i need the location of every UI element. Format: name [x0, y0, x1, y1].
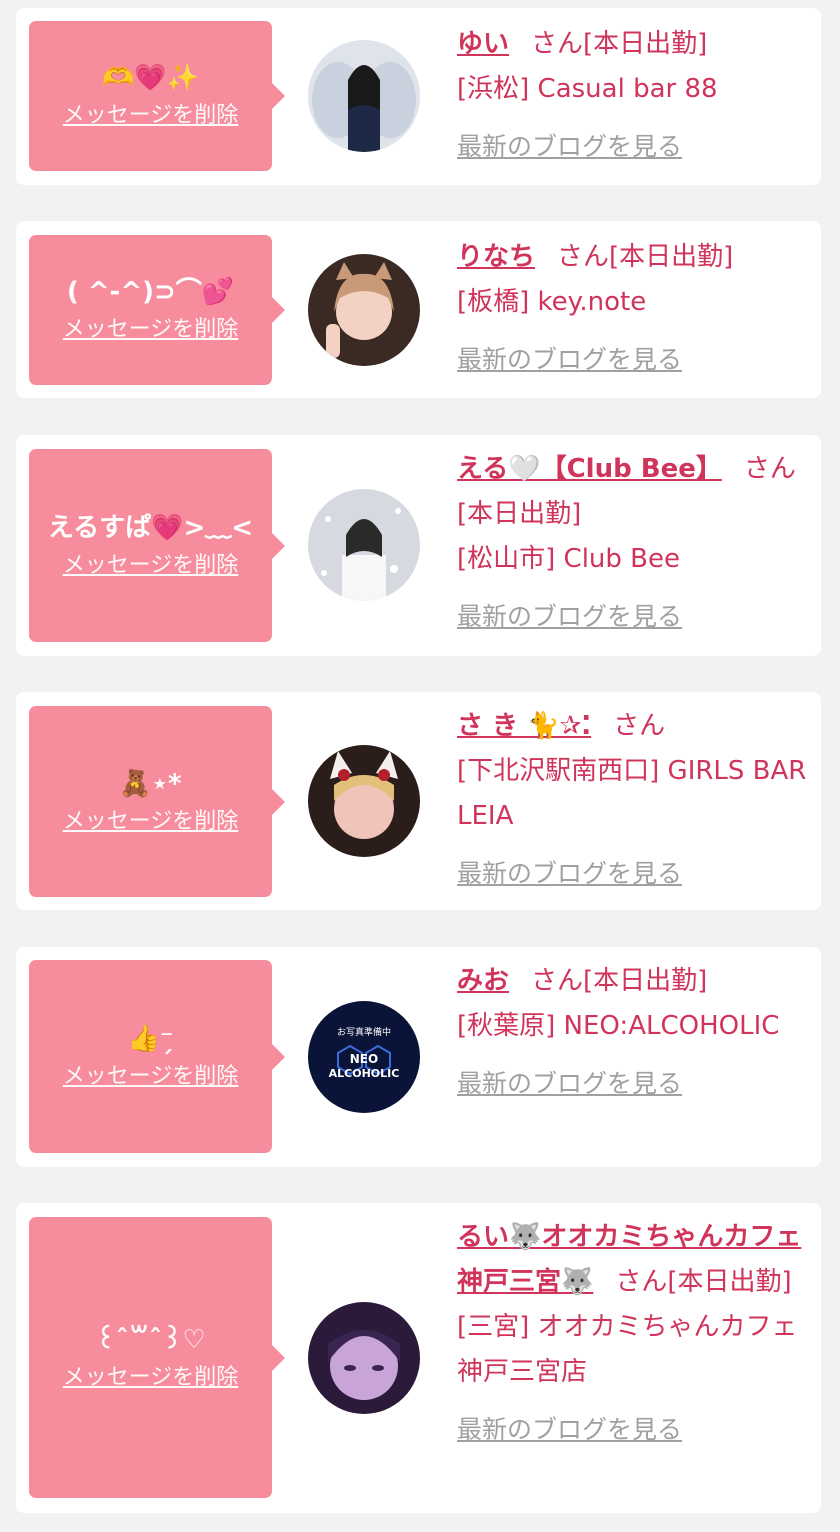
delete-message-link[interactable]: メッセージを削除: [63, 315, 239, 345]
message-bubble: 🫶💗✨ メッセージを削除: [29, 21, 285, 171]
latest-blog-link[interactable]: 最新のブログを見る: [457, 594, 807, 639]
message-text: 🧸⋆*: [119, 768, 182, 799]
status-text: [本日出勤]: [609, 242, 734, 272]
message-card: 👍⁻̗ メッセージを削除 お写真準備中 NEO ALCOHOLIC みお さん[本…: [16, 947, 821, 1167]
delete-message-link[interactable]: メッセージを削除: [63, 1363, 239, 1393]
shop-text: [浜松] Casual bar 88: [457, 74, 718, 104]
san-label: さん: [557, 242, 610, 272]
avatar[interactable]: [308, 254, 420, 366]
latest-blog-link[interactable]: 最新のブログを見る: [457, 124, 807, 169]
message-list: 🫶💗✨ メッセージを削除 ゆい さん[本日出勤] [浜松] Casual bar …: [0, 0, 840, 1532]
message-bubble: えるすぱ💗>﹏< メッセージを削除: [29, 449, 285, 642]
cast-info: える🤍【Club Bee】 さん [本日出勤] [松山市] Club Bee 最新の…: [457, 447, 807, 639]
latest-blog-link[interactable]: 最新のブログを見る: [457, 1407, 807, 1452]
shop-text: [秋葉原] NEO:ALCOHOLIC: [457, 1011, 780, 1041]
delete-message-link[interactable]: メッセージを削除: [63, 1062, 239, 1092]
shop-text: [下北沢駅南西口] GIRLS BAR LEIA: [457, 756, 807, 831]
message-card: 🧸⋆* メッセージを削除 さ き 🐈✰⁚ さん [下北沢駅南西口] GIRLS B…: [16, 692, 821, 910]
message-text: 👍⁻̗: [127, 1023, 174, 1054]
cast-info: りなち さん[本日出勤] [板橋] key.note 最新のブログを見る: [457, 235, 807, 382]
avatar-caption: お写真準備中: [337, 1026, 391, 1038]
avatar-logo-line2: ALCOHOLIC: [329, 1067, 400, 1080]
avatar-image: お写真準備中 NEO ALCOHOLIC: [308, 1001, 420, 1113]
san-label: さん: [531, 29, 584, 59]
avatar-image: [308, 254, 420, 366]
status-text: [本日出勤]: [457, 499, 582, 529]
cast-info: ゆい さん[本日出勤] [浜松] Casual bar 88 最新のブログを見る: [457, 22, 807, 169]
message-card: ꒰ˆ꒳ˆ꒱♡ メッセージを削除 るい🐺オオカミちゃんカフェ神戸三宮🐺 さん[本日出…: [16, 1203, 821, 1513]
san-label: さん: [743, 454, 796, 484]
shop-text: [板橋] key.note: [457, 287, 647, 317]
message-bubble: ( ^-^)⊃⌒💕 メッセージを削除: [29, 235, 285, 385]
latest-blog-link[interactable]: 最新のブログを見る: [457, 1061, 807, 1106]
avatar[interactable]: [308, 489, 420, 601]
message-text: 🫶💗✨: [101, 63, 200, 93]
avatar[interactable]: [308, 40, 420, 152]
status-text: [本日出勤]: [667, 1267, 792, 1297]
avatar-image: [308, 1302, 420, 1414]
avatar[interactable]: お写真準備中 NEO ALCOHOLIC: [308, 1001, 420, 1113]
avatar[interactable]: [308, 745, 420, 857]
delete-message-link[interactable]: メッセージを削除: [63, 101, 239, 131]
avatar-image: [308, 489, 420, 601]
message-bubble: ꒰ˆ꒳ˆ꒱♡ メッセージを削除: [29, 1217, 285, 1498]
cast-name-link[interactable]: える🤍【Club Bee】: [457, 454, 722, 484]
message-bubble: 🧸⋆* メッセージを削除: [29, 706, 285, 897]
message-text: ꒰ˆ꒳ˆ꒱♡: [95, 1324, 206, 1355]
cast-info: さ き 🐈✰⁚ さん [下北沢駅南西口] GIRLS BAR LEIA 最新のブロ…: [457, 704, 807, 896]
message-card: 🫶💗✨ メッセージを削除 ゆい さん[本日出勤] [浜松] Casual bar …: [16, 8, 821, 185]
message-bubble: 👍⁻̗ メッセージを削除: [29, 960, 285, 1153]
latest-blog-link[interactable]: 最新のブログを見る: [457, 337, 807, 382]
avatar-image: [308, 40, 420, 152]
cast-name-link[interactable]: りなち: [457, 242, 535, 272]
delete-message-link[interactable]: メッセージを削除: [63, 551, 239, 581]
status-text: [本日出勤]: [583, 966, 708, 996]
avatar-logo-line1: NEO: [350, 1052, 378, 1066]
message-card: えるすぱ💗>﹏< メッセージを削除 える🤍【Club Bee】 さん [本日出勤] …: [16, 435, 821, 656]
shop-text: [三宮] オオカミちゃんカフェ神戸三宮店: [457, 1312, 798, 1387]
avatar[interactable]: [308, 1302, 420, 1414]
delete-message-link[interactable]: メッセージを削除: [63, 807, 239, 837]
latest-blog-link[interactable]: 最新のブログを見る: [457, 851, 807, 896]
san-label: さん: [531, 966, 584, 996]
san-label: さん: [615, 1267, 668, 1297]
cast-info: るい🐺オオカミちゃんカフェ神戸三宮🐺 さん[本日出勤] [三宮] オオカミちゃんカ…: [457, 1215, 807, 1452]
cast-name-link[interactable]: みお: [457, 966, 509, 996]
cast-name-link[interactable]: さ き 🐈✰⁚: [457, 711, 591, 741]
cast-name-link[interactable]: ゆい: [457, 29, 509, 59]
status-text: [本日出勤]: [583, 29, 708, 59]
cast-info: みお さん[本日出勤] [秋葉原] NEO:ALCOHOLIC 最新のブログを見る: [457, 959, 807, 1106]
message-text: ( ^-^)⊃⌒💕: [66, 277, 235, 307]
message-text: えるすぱ💗>﹏<: [47, 512, 254, 543]
san-label: さん: [613, 711, 666, 741]
avatar-image: [308, 745, 420, 857]
message-card: ( ^-^)⊃⌒💕 メッセージを削除 りなち さん[本日出勤] [板橋] key.…: [16, 221, 821, 398]
shop-text: [松山市] Club Bee: [457, 544, 681, 574]
